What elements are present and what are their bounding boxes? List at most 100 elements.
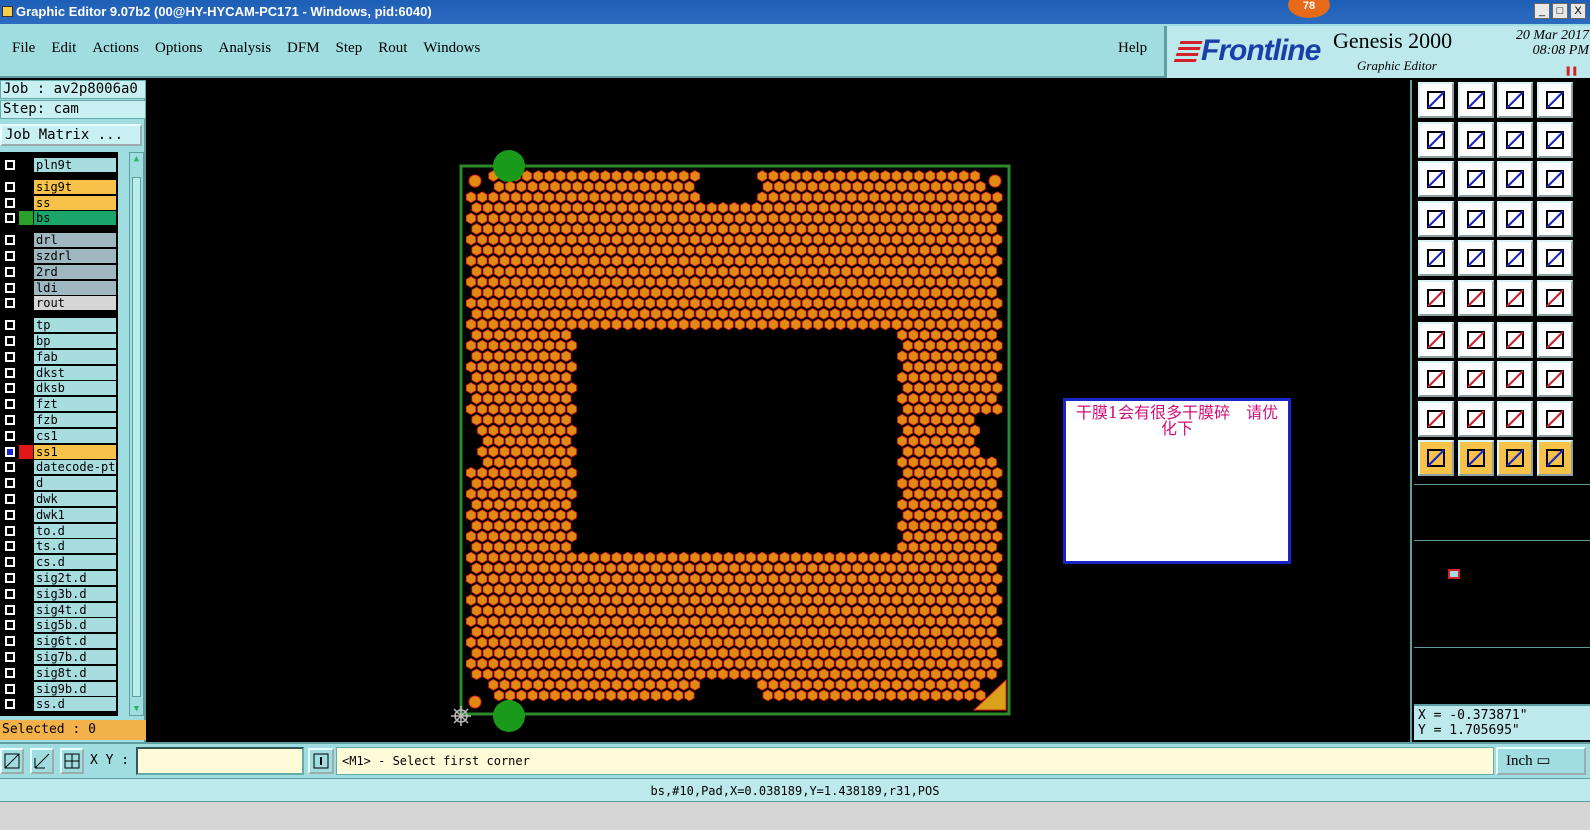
pad[interactable]: [482, 201, 493, 214]
pad[interactable]: [583, 625, 594, 638]
pad[interactable]: [902, 466, 913, 479]
pad[interactable]: [964, 265, 975, 278]
layer-color-swatch[interactable]: [19, 179, 33, 194]
pad[interactable]: [516, 392, 527, 405]
layer-row-to.d[interactable]: to.d: [0, 523, 118, 538]
pad[interactable]: [465, 530, 477, 543]
pad[interactable]: [813, 572, 824, 585]
overview-window[interactable]: [1414, 484, 1590, 708]
pad[interactable]: [566, 403, 577, 416]
pad[interactable]: [813, 636, 824, 649]
layer-name[interactable]: sig7b.d: [34, 650, 116, 664]
pad[interactable]: [796, 265, 807, 278]
pad[interactable]: [533, 615, 544, 628]
pad[interactable]: [656, 254, 667, 267]
pad[interactable]: [533, 191, 544, 204]
pad[interactable]: [953, 329, 964, 341]
pad[interactable]: [768, 678, 779, 691]
pad[interactable]: [549, 201, 561, 214]
pad[interactable]: [846, 170, 857, 182]
pad[interactable]: [953, 625, 964, 638]
pad[interactable]: [594, 180, 605, 193]
pad[interactable]: [919, 456, 930, 469]
pad[interactable]: [499, 530, 510, 543]
pad[interactable]: [941, 244, 953, 257]
pad[interactable]: [768, 572, 779, 585]
pad[interactable]: [673, 286, 684, 299]
pad[interactable]: [656, 212, 667, 225]
redraw-button[interactable]: [1536, 121, 1573, 158]
pad[interactable]: [667, 170, 678, 182]
pad[interactable]: [656, 678, 667, 691]
pad[interactable]: [561, 413, 572, 426]
pad[interactable]: [605, 668, 617, 681]
pad[interactable]: [533, 551, 544, 564]
pad[interactable]: [768, 657, 779, 670]
layer-color-swatch[interactable]: [19, 158, 33, 172]
pad[interactable]: [656, 657, 667, 670]
pad[interactable]: [689, 276, 701, 288]
pad[interactable]: [947, 466, 958, 479]
layer-checkbox[interactable]: [5, 557, 15, 568]
pad[interactable]: [465, 509, 477, 522]
layer-row-bp[interactable]: bp: [0, 334, 118, 348]
pad[interactable]: [925, 572, 936, 585]
pad[interactable]: [577, 615, 589, 628]
pad[interactable]: [633, 594, 645, 606]
pad[interactable]: [740, 668, 751, 681]
pad[interactable]: [902, 594, 913, 606]
pad[interactable]: [969, 233, 981, 246]
pad[interactable]: [925, 212, 936, 225]
pad[interactable]: [482, 477, 493, 490]
pad[interactable]: [678, 212, 689, 225]
pad[interactable]: [617, 647, 628, 659]
pad[interactable]: [589, 551, 600, 564]
pad[interactable]: [583, 583, 594, 596]
layer-row-sig3b.d[interactable]: sig3b.d: [0, 586, 118, 601]
pad[interactable]: [549, 668, 561, 681]
pad[interactable]: [908, 223, 919, 235]
pad[interactable]: [925, 339, 936, 352]
pad[interactable]: [712, 276, 723, 288]
pad[interactable]: [969, 170, 981, 182]
pad[interactable]: [801, 678, 813, 691]
pad[interactable]: [650, 223, 661, 235]
pad[interactable]: [572, 562, 583, 575]
pad[interactable]: [611, 276, 622, 288]
pad[interactable]: [493, 541, 505, 553]
pad[interactable]: [477, 615, 488, 628]
pad[interactable]: [684, 668, 695, 681]
pad[interactable]: [936, 678, 947, 691]
pad[interactable]: [622, 170, 633, 182]
pad[interactable]: [913, 488, 925, 500]
pad[interactable]: [852, 583, 863, 596]
pad[interactable]: [577, 276, 589, 288]
pad[interactable]: [695, 625, 706, 638]
mirror-button[interactable]: [1536, 321, 1573, 358]
pad[interactable]: [538, 329, 549, 341]
pad[interactable]: [555, 339, 566, 352]
pad[interactable]: [745, 254, 757, 267]
pad[interactable]: [941, 689, 953, 702]
pad[interactable]: [622, 615, 633, 628]
pad[interactable]: [762, 668, 773, 681]
pad[interactable]: [992, 466, 1003, 479]
pad[interactable]: [521, 466, 533, 479]
pad[interactable]: [566, 170, 577, 182]
pad[interactable]: [958, 254, 969, 267]
pad[interactable]: [488, 615, 499, 628]
pad[interactable]: [975, 201, 986, 214]
pad[interactable]: [908, 413, 919, 426]
pad[interactable]: [639, 562, 650, 575]
pad[interactable]: [628, 223, 639, 235]
center-button[interactable]: [1457, 161, 1494, 198]
pad[interactable]: [947, 382, 958, 394]
pad[interactable]: [969, 360, 981, 373]
pad[interactable]: [941, 201, 953, 214]
pad[interactable]: [566, 276, 577, 288]
pad[interactable]: [779, 678, 790, 691]
pad[interactable]: [684, 562, 695, 575]
pad[interactable]: [706, 604, 717, 617]
pad[interactable]: [706, 244, 717, 257]
pad[interactable]: [813, 191, 824, 204]
